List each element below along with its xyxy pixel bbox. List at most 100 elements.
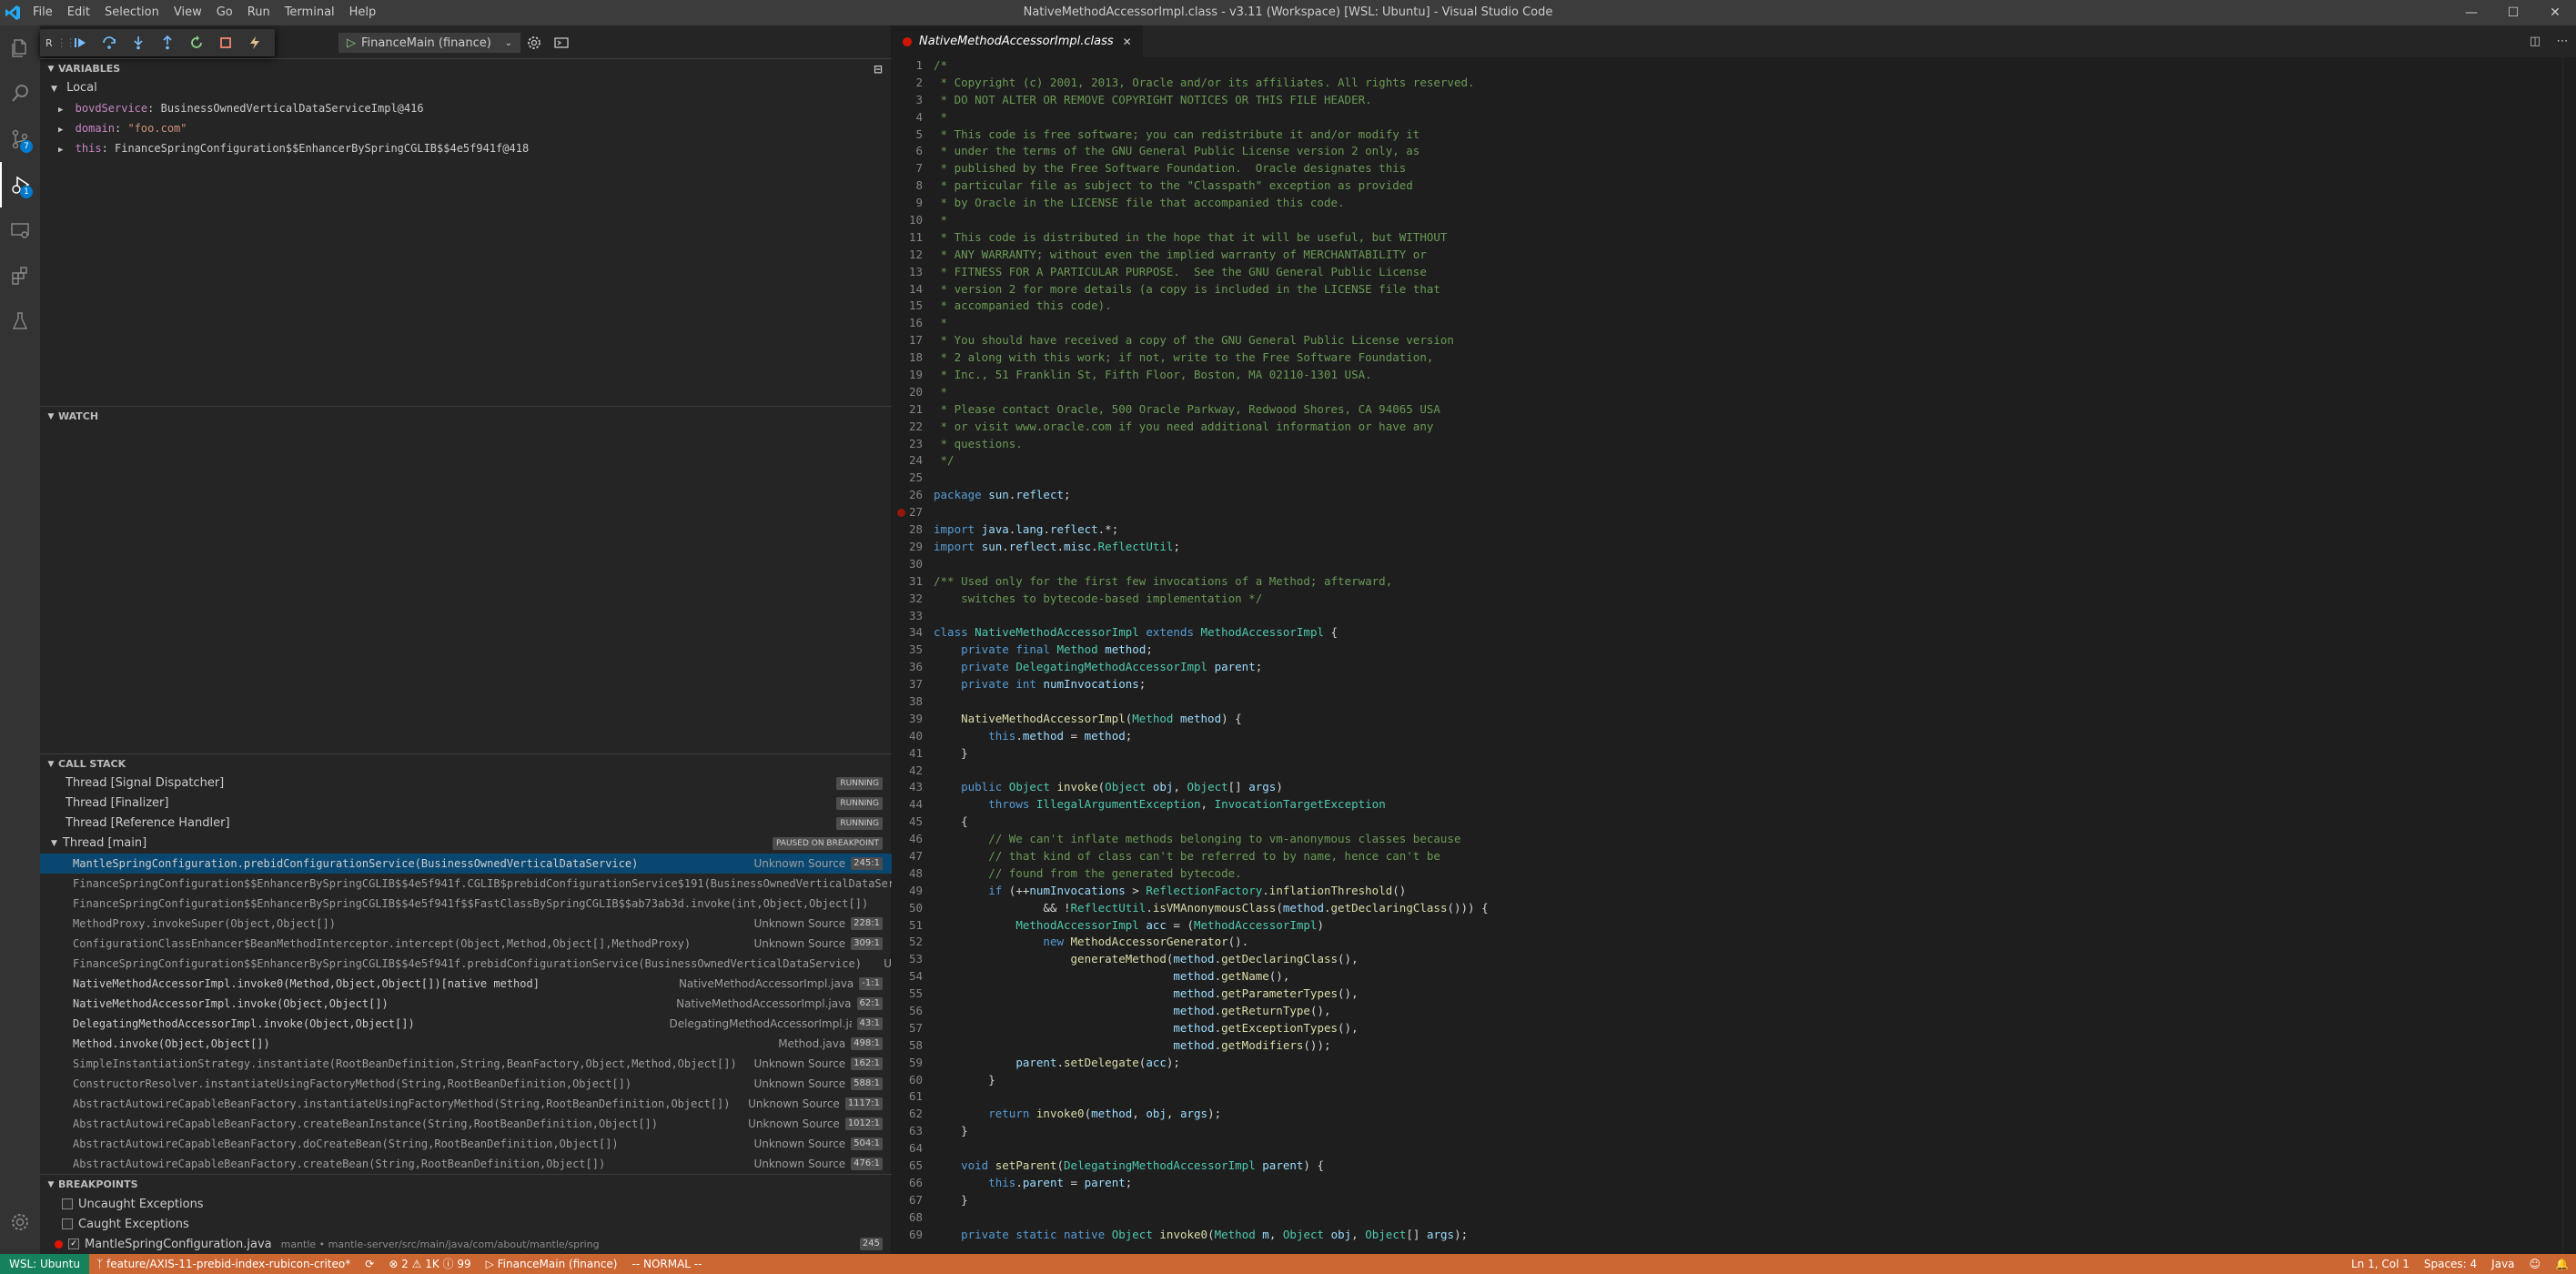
line-number[interactable]: 2	[892, 75, 928, 92]
line-number[interactable]: 38	[892, 693, 928, 711]
checkbox-checked[interactable]: ✓	[68, 1239, 79, 1249]
line-number[interactable]: 61	[892, 1088, 928, 1106]
line-number[interactable]: 41	[892, 745, 928, 763]
line-number[interactable]: 46	[892, 831, 928, 848]
line-number[interactable]: 26	[892, 487, 928, 504]
line-number[interactable]: 7	[892, 160, 928, 177]
debug-config-select[interactable]: ▷ FinanceMain (finance) ⌄	[338, 33, 520, 53]
line-number[interactable]: 52	[892, 934, 928, 951]
restart-icon[interactable]	[182, 29, 211, 56]
step-over-icon[interactable]	[95, 29, 124, 56]
line-number[interactable]: 57	[892, 1020, 928, 1037]
collapse-all-icon[interactable]: ⊟	[874, 63, 883, 76]
line-number[interactable]: 8	[892, 177, 928, 195]
line-number[interactable]: 45	[892, 814, 928, 831]
line-number[interactable]: 43	[892, 779, 928, 796]
stack-frame[interactable]: AbstractAutowireCapableBeanFactory.insta…	[40, 1094, 892, 1114]
indentation[interactable]: Spaces: 4	[2417, 1254, 2484, 1274]
stack-frame[interactable]: FinanceSpringConfiguration$$EnhancerBySp…	[40, 954, 892, 974]
line-number[interactable]: 18	[892, 349, 928, 367]
start-debugging-icon[interactable]: ▷	[347, 36, 356, 50]
line-number[interactable]: 12	[892, 247, 928, 264]
checkbox[interactable]	[62, 1198, 73, 1209]
stack-frame[interactable]: MethodProxy.invokeSuper(Object,Object[])…	[40, 914, 892, 934]
line-number[interactable]: 3	[892, 92, 928, 109]
line-number[interactable]: 31	[892, 573, 928, 591]
search-icon[interactable]	[0, 71, 40, 116]
line-number[interactable]: 37	[892, 676, 928, 693]
line-number[interactable]: 6	[892, 143, 928, 160]
menu-edit[interactable]: Edit	[60, 0, 97, 25]
variables-header[interactable]: ▼ VARIABLES ⊟	[40, 58, 892, 78]
step-into-icon[interactable]	[124, 29, 153, 56]
line-number[interactable]: 65	[892, 1158, 928, 1175]
feedback-icon[interactable]: ☺	[2522, 1254, 2549, 1274]
scrollbar[interactable]	[2562, 57, 2563, 1254]
maximize-icon[interactable]: ☐	[2492, 0, 2534, 25]
line-number[interactable]: 64	[892, 1140, 928, 1158]
line-number[interactable]: 14	[892, 281, 928, 298]
line-number[interactable]: 60	[892, 1072, 928, 1089]
call-stack-header[interactable]: ▼ CALL STACK	[40, 753, 892, 774]
line-number[interactable]: 32	[892, 591, 928, 608]
line-number[interactable]: 13	[892, 264, 928, 281]
minimize-icon[interactable]: —	[2450, 0, 2492, 25]
breakpoints-header[interactable]: ▼ BREAKPOINTS	[40, 1174, 892, 1194]
line-number[interactable]: 59	[892, 1055, 928, 1072]
variable-row[interactable]: ▶ bovdService: BusinessOwnedVerticalData…	[40, 98, 892, 118]
gear-icon[interactable]	[520, 29, 548, 56]
line-number[interactable]: 1	[892, 57, 928, 75]
line-number[interactable]: 17	[892, 332, 928, 349]
debug-indicator[interactable]: ▷ FinanceMain (finance)	[479, 1254, 625, 1274]
thread-row-main[interactable]: ▼ Thread [main] PAUSED ON BREAKPOINT	[40, 834, 892, 854]
line-number[interactable]: 36	[892, 659, 928, 676]
breakpoint-uncaught[interactable]: Uncaught Exceptions	[40, 1194, 892, 1214]
line-number[interactable]: 50	[892, 900, 928, 917]
line-number[interactable]: 54	[892, 968, 928, 986]
thread-row[interactable]: Thread [Finalizer] RUNNING	[40, 794, 892, 814]
line-number[interactable]: 19	[892, 367, 928, 384]
testing-flask-icon[interactable]	[0, 298, 40, 344]
line-number[interactable]: 23	[892, 436, 928, 453]
extensions-icon[interactable]	[0, 253, 40, 298]
menu-terminal[interactable]: Terminal	[278, 0, 342, 25]
line-number[interactable]: 35	[892, 642, 928, 659]
line-number[interactable]: 68	[892, 1209, 928, 1227]
line-number[interactable]: 66	[892, 1175, 928, 1192]
menu-run[interactable]: Run	[240, 0, 278, 25]
stop-icon[interactable]	[211, 29, 240, 56]
line-number[interactable]: 30	[892, 556, 928, 573]
remote-explorer-icon[interactable]	[0, 207, 40, 253]
line-number[interactable]: 56	[892, 1003, 928, 1020]
thread-row[interactable]: Thread [Reference Handler] RUNNING	[40, 814, 892, 834]
line-number[interactable]: 51	[892, 917, 928, 935]
line-number[interactable]: 16	[892, 315, 928, 332]
line-number[interactable]: 4	[892, 109, 928, 126]
watch-header[interactable]: ▼ WATCH	[40, 406, 892, 426]
git-branch[interactable]: ᛉ feature/AXIS-11-prebid-index-rubicon-c…	[89, 1254, 358, 1274]
drag-handle-icon[interactable]: ⋮⋮	[56, 36, 76, 49]
scope-local[interactable]: ▼ Local	[40, 78, 892, 98]
line-number[interactable]: 48	[892, 865, 928, 883]
line-number[interactable]: 55	[892, 986, 928, 1003]
source-control-icon[interactable]: 7	[0, 116, 40, 162]
line-number[interactable]: 25	[892, 470, 928, 487]
cursor-position[interactable]: Ln 1, Col 1	[2344, 1254, 2417, 1274]
sync-icon[interactable]: ⟳	[358, 1254, 381, 1274]
stack-frame[interactable]: NativeMethodAccessorImpl.invoke0(Method,…	[40, 974, 892, 994]
more-actions-icon[interactable]: ⋯	[2549, 35, 2576, 48]
line-number[interactable]: 44	[892, 796, 928, 814]
settings-gear-icon[interactable]	[0, 1199, 40, 1245]
line-number[interactable]: 69	[892, 1227, 928, 1244]
line-number[interactable]: 11	[892, 229, 928, 247]
line-number[interactable]: 39	[892, 711, 928, 728]
line-number[interactable]: 22	[892, 419, 928, 436]
stack-frame[interactable]: DelegatingMethodAccessorImpl.invoke(Obje…	[40, 1014, 892, 1034]
menu-file[interactable]: File	[25, 0, 60, 25]
line-number[interactable]: 5	[892, 126, 928, 144]
line-number[interactable]: 29	[892, 539, 928, 556]
menu-go[interactable]: Go	[209, 0, 240, 25]
menu-selection[interactable]: Selection	[97, 0, 167, 25]
stack-frame[interactable]: MantleSpringConfiguration.prebidConfigur…	[40, 854, 892, 874]
line-number[interactable]: 27	[892, 504, 928, 521]
